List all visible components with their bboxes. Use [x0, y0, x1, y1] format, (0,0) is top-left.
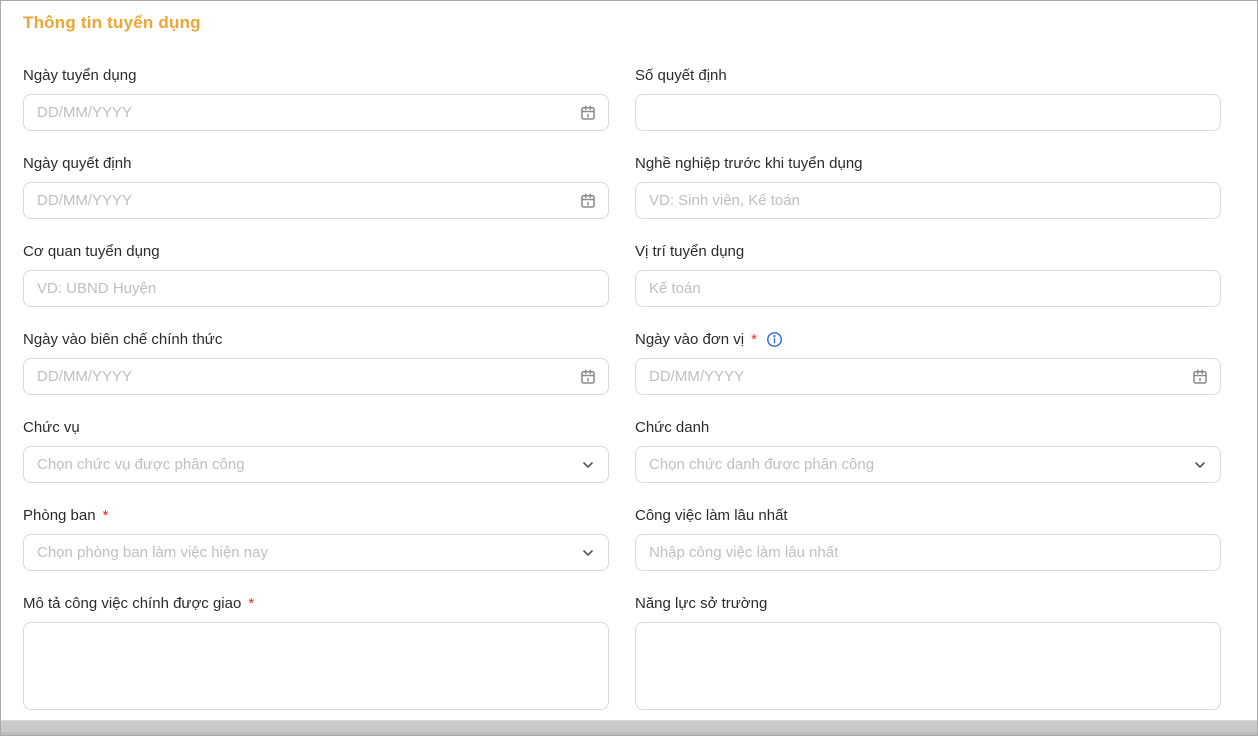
- chevron-down-icon[interactable]: [580, 545, 596, 561]
- main-job-description-textarea[interactable]: [23, 622, 609, 710]
- field-job-title: Chức danh Chọn chức danh được phân công: [635, 417, 1221, 483]
- info-icon[interactable]: [766, 331, 783, 348]
- horizontal-scrollbar-thumb[interactable]: [1, 721, 1257, 735]
- recruiting-agency-input[interactable]: [23, 270, 609, 307]
- field-recruiting-agency: Cơ quan tuyển dụng: [23, 241, 609, 307]
- required-asterisk: *: [751, 329, 757, 350]
- decision-date-input-wrap: [23, 182, 609, 219]
- position-label-text: Chức vụ: [23, 417, 80, 438]
- official-tenure-date-label: Ngày vào biên chế chính thức: [23, 329, 609, 350]
- field-unit-join-date: Ngày vào đơn vị *: [635, 329, 1221, 395]
- recruitment-position-label-text: Vị trí tuyển dụng: [635, 241, 744, 262]
- main-job-description-label: Mô tả công việc chính được giao *: [23, 593, 609, 614]
- official-tenure-date-input[interactable]: [23, 358, 609, 395]
- field-department: Phòng ban * Chọn phòng ban làm việc hiện…: [23, 505, 609, 571]
- field-decision-number: Số quyết định: [635, 65, 1221, 131]
- unit-join-date-input-wrap: [635, 358, 1221, 395]
- decision-number-label-text: Số quyết định: [635, 65, 727, 86]
- field-position: Chức vụ Chọn chức vụ được phân công: [23, 417, 609, 483]
- section-title: Thông tin tuyển dụng: [23, 13, 1221, 33]
- unit-join-date-label: Ngày vào đơn vị *: [635, 329, 1221, 350]
- longest-job-input[interactable]: [635, 534, 1221, 571]
- recruiting-agency-input-wrap: [23, 270, 609, 307]
- recruitment-date-input[interactable]: [23, 94, 609, 131]
- decision-date-input[interactable]: [23, 182, 609, 219]
- recruitment-date-label: Ngày tuyển dụng: [23, 65, 609, 86]
- field-decision-date: Ngày quyết định: [23, 153, 609, 219]
- calendar-icon[interactable]: [1191, 368, 1209, 386]
- recruitment-position-input-wrap: [635, 270, 1221, 307]
- calendar-icon[interactable]: [579, 368, 597, 386]
- strengths-label-text: Năng lực sở trường: [635, 593, 767, 614]
- decision-date-label-text: Ngày quyết định: [23, 153, 131, 174]
- recruitment-date-label-text: Ngày tuyển dụng: [23, 65, 136, 86]
- recruitment-position-input[interactable]: [635, 270, 1221, 307]
- recruitment-date-input-wrap: [23, 94, 609, 131]
- decision-date-label: Ngày quyết định: [23, 153, 609, 174]
- horizontal-scrollbar[interactable]: [1, 720, 1257, 735]
- decision-number-label: Số quyết định: [635, 65, 1221, 86]
- longest-job-label-text: Công việc làm lâu nhất: [635, 505, 788, 526]
- previous-occupation-label-text: Nghề nghiệp trước khi tuyển dụng: [635, 153, 863, 174]
- field-strengths: Năng lực sở trường: [635, 593, 1221, 715]
- official-tenure-date-input-wrap: [23, 358, 609, 395]
- field-longest-job: Công việc làm lâu nhất: [635, 505, 1221, 571]
- recruitment-position-label: Vị trí tuyển dụng: [635, 241, 1221, 262]
- calendar-icon[interactable]: [579, 192, 597, 210]
- previous-occupation-input-wrap: [635, 182, 1221, 219]
- unit-join-date-label-text: Ngày vào đơn vị: [635, 329, 744, 350]
- form-right-column: Số quyết định Nghề nghiệp trước khi tuyể…: [635, 65, 1221, 736]
- field-recruitment-date: Ngày tuyển dụng: [23, 65, 609, 131]
- decision-number-input-wrap: [635, 94, 1221, 131]
- form-left-column: Ngày tuyển dụng Ngày q: [23, 65, 609, 736]
- job-title-select[interactable]: Chọn chức danh được phân công: [635, 446, 1221, 483]
- unit-join-date-input[interactable]: [635, 358, 1221, 395]
- longest-job-input-wrap: [635, 534, 1221, 571]
- job-title-label: Chức danh: [635, 417, 1221, 438]
- recruiting-agency-label-text: Cơ quan tuyển dụng: [23, 241, 160, 262]
- longest-job-label: Công việc làm lâu nhất: [635, 505, 1221, 526]
- form-grid: Ngày tuyển dụng Ngày q: [23, 65, 1221, 736]
- form-content: Thông tin tuyển dụng Ngày tuyển dụng: [1, 1, 1257, 736]
- required-asterisk: *: [248, 593, 254, 614]
- job-title-label-text: Chức danh: [635, 417, 709, 438]
- recruiting-agency-label: Cơ quan tuyển dụng: [23, 241, 609, 262]
- chevron-down-icon[interactable]: [580, 457, 596, 473]
- decision-number-input[interactable]: [635, 94, 1221, 131]
- official-tenure-date-label-text: Ngày vào biên chế chính thức: [23, 329, 222, 350]
- previous-occupation-label: Nghề nghiệp trước khi tuyển dụng: [635, 153, 1221, 174]
- recruitment-info-panel: Thông tin tuyển dụng Ngày tuyển dụng: [0, 0, 1258, 736]
- previous-occupation-input[interactable]: [635, 182, 1221, 219]
- field-official-tenure-date: Ngày vào biên chế chính thức: [23, 329, 609, 395]
- department-label-text: Phòng ban: [23, 505, 96, 526]
- main-job-description-label-text: Mô tả công việc chính được giao: [23, 593, 241, 614]
- field-main-job-description: Mô tả công việc chính được giao *: [23, 593, 609, 715]
- strengths-textarea[interactable]: [635, 622, 1221, 710]
- field-previous-occupation: Nghề nghiệp trước khi tuyển dụng: [635, 153, 1221, 219]
- department-select[interactable]: Chọn phòng ban làm việc hiện nay: [23, 534, 609, 571]
- chevron-down-icon[interactable]: [1192, 457, 1208, 473]
- department-select-placeholder: Chọn phòng ban làm việc hiện nay: [37, 544, 268, 561]
- required-asterisk: *: [103, 505, 109, 526]
- position-label: Chức vụ: [23, 417, 609, 438]
- job-title-select-placeholder: Chọn chức danh được phân công: [649, 456, 874, 473]
- position-select-placeholder: Chọn chức vụ được phân công: [37, 456, 245, 473]
- position-select[interactable]: Chọn chức vụ được phân công: [23, 446, 609, 483]
- strengths-label: Năng lực sở trường: [635, 593, 1221, 614]
- department-label: Phòng ban *: [23, 505, 609, 526]
- field-recruitment-position: Vị trí tuyển dụng: [635, 241, 1221, 307]
- calendar-icon[interactable]: [579, 104, 597, 122]
